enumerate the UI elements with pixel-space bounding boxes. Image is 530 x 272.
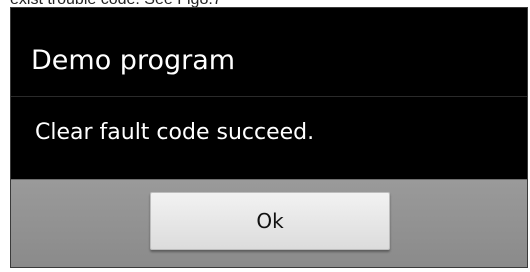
ok-button[interactable]: Ok [150, 192, 390, 250]
dialog-title: Demo program [31, 45, 236, 76]
alert-dialog: Demo program Clear fault code succeed. O… [10, 7, 528, 268]
dialog-button-bar: Ok [11, 179, 527, 267]
dialog-message: Clear fault code succeed. [35, 120, 315, 145]
